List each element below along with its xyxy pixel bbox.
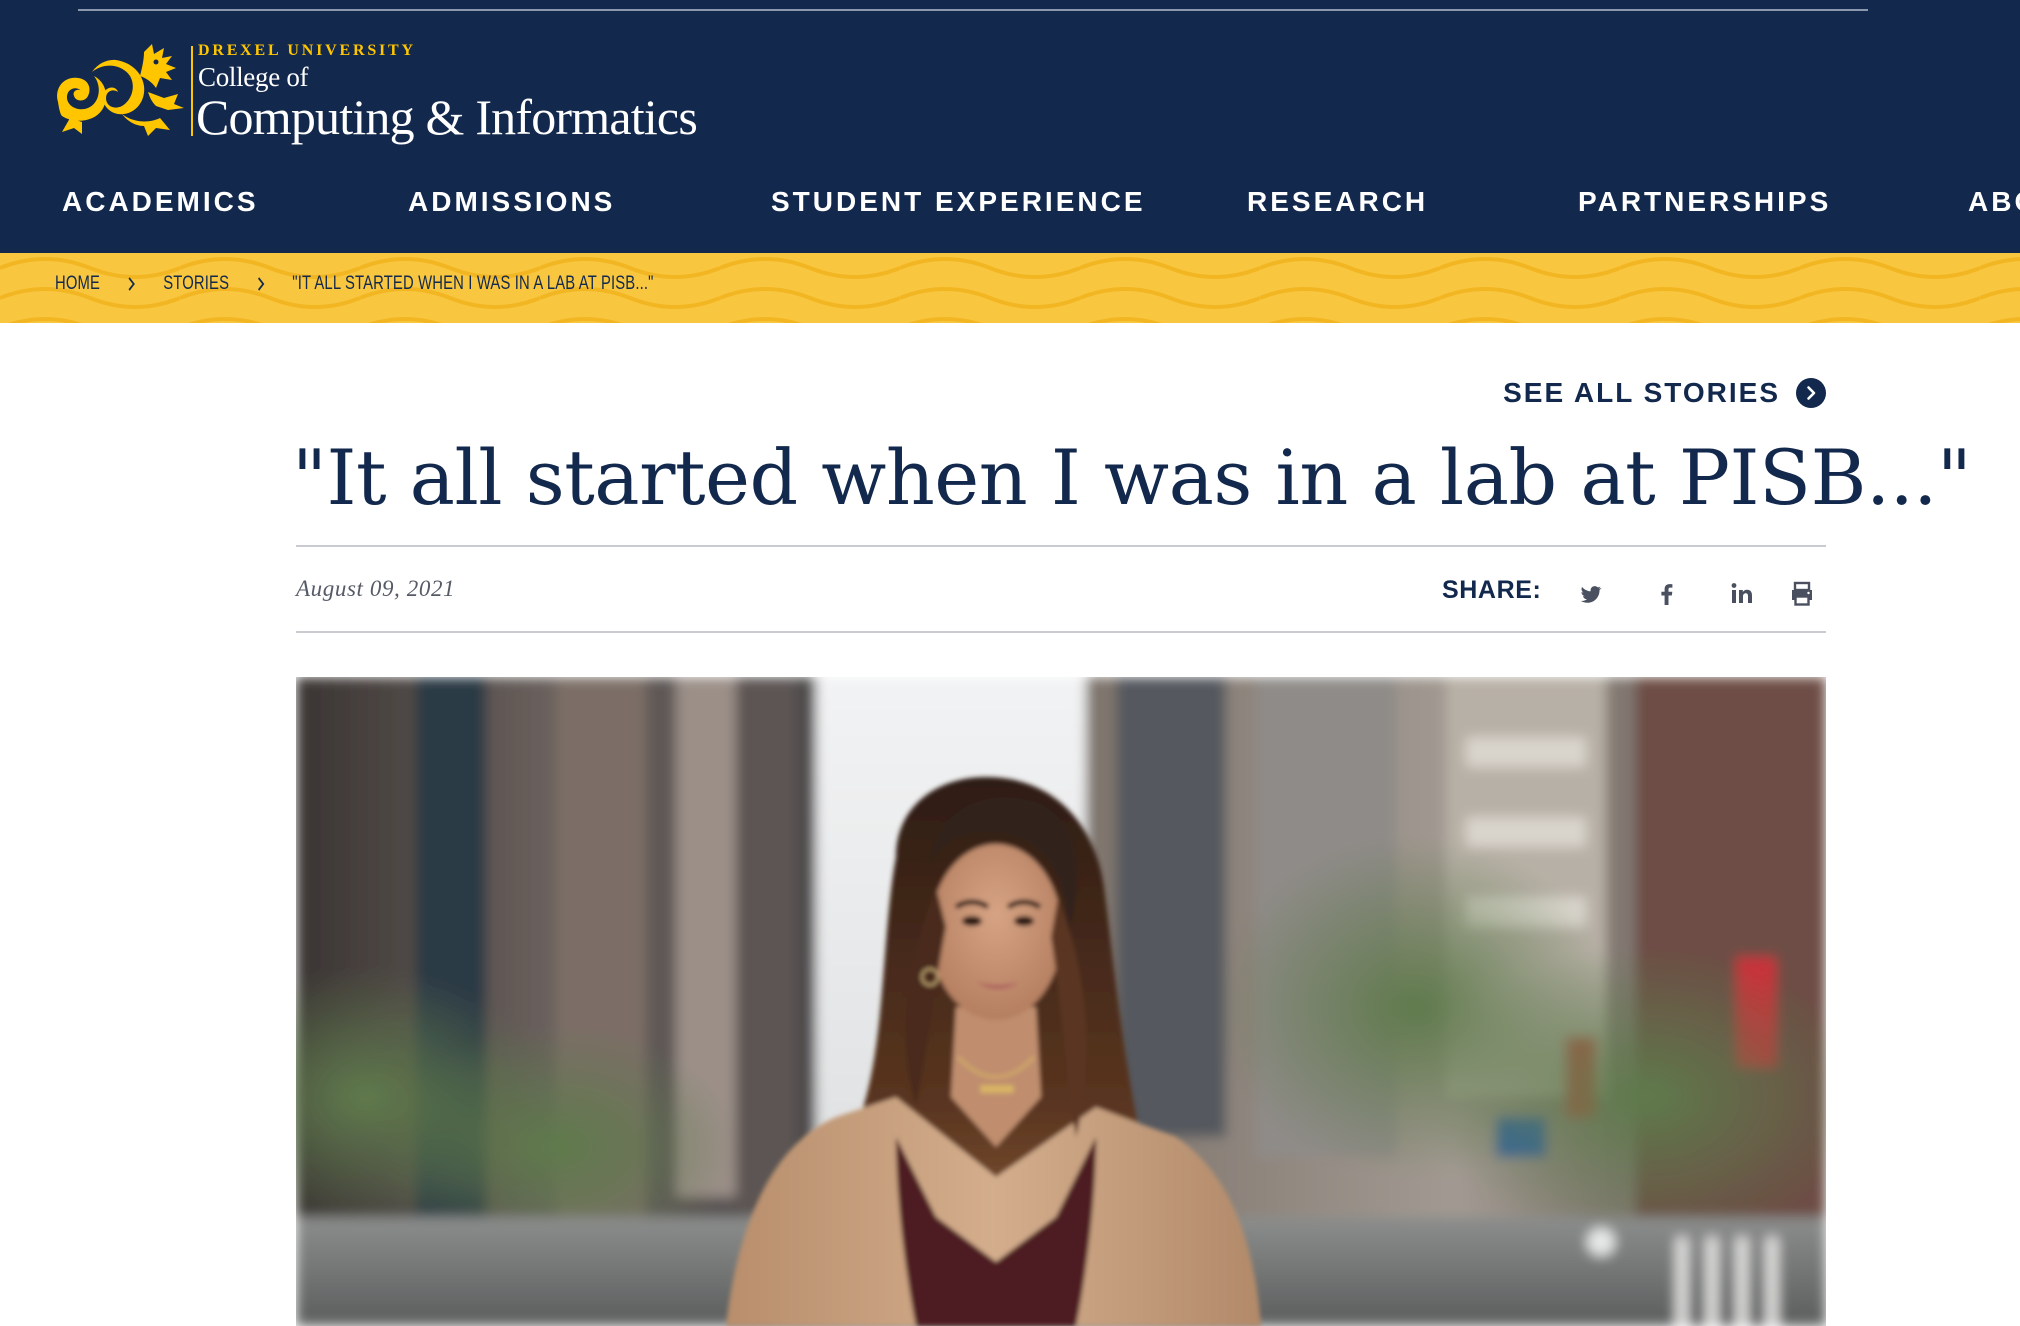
- logo-college-name: Computing & Informatics: [196, 89, 698, 145]
- nav-research[interactable]: RESEARCH: [1247, 186, 1428, 218]
- see-all-stories-link[interactable]: SEE ALL STORIES: [1503, 375, 1826, 411]
- share-label: SHARE:: [1442, 576, 1542, 604]
- breadcrumb-bar: HOME STORIES "IT ALL STARTED WHEN I WAS …: [0, 253, 2020, 323]
- chevron-right-icon: [257, 277, 265, 291]
- breadcrumb-current: "IT ALL STARTED WHEN I WAS IN A LAB AT P…: [292, 273, 654, 294]
- chevron-right-icon: [128, 277, 136, 291]
- nav-admissions[interactable]: ADMISSIONS: [408, 186, 615, 218]
- breadcrumb: HOME STORIES "IT ALL STARTED WHEN I WAS …: [55, 273, 654, 303]
- article-date: August 09, 2021: [296, 576, 456, 601]
- meta-divider-top: [296, 545, 1826, 547]
- article-hero-photo: [296, 677, 1826, 1326]
- main-nav: ACADEMICS ADMISSIONS STUDENT EXPERIENCE …: [0, 186, 2020, 234]
- header-top-rule: [78, 9, 1868, 11]
- article-title: "It all started when I was in a lab at P…: [292, 433, 1972, 522]
- drexel-dragon-icon: [57, 44, 184, 136]
- street-portrait-image: [296, 677, 1826, 1326]
- breadcrumb-home[interactable]: HOME: [55, 273, 100, 295]
- nav-about[interactable]: ABO: [1968, 186, 2020, 218]
- site-header: DREXEL UNIVERSITY College of Computing &…: [0, 0, 2020, 253]
- nav-academics[interactable]: ACADEMICS: [62, 186, 259, 218]
- logo-divider: [191, 46, 193, 136]
- print-icon[interactable]: [1786, 578, 1818, 610]
- site-logo[interactable]: DREXEL UNIVERSITY College of Computing &…: [52, 42, 702, 146]
- breadcrumb-stories[interactable]: STORIES: [163, 273, 229, 295]
- meta-divider-bottom: [296, 631, 1826, 633]
- linkedin-icon[interactable]: [1726, 578, 1758, 610]
- circle-chevron-right-icon: [1796, 378, 1826, 408]
- facebook-icon[interactable]: [1651, 578, 1683, 610]
- logo-university-name: DREXEL UNIVERSITY: [198, 42, 416, 59]
- nav-partnerships[interactable]: PARTNERSHIPS: [1578, 186, 1831, 218]
- nav-student-experience[interactable]: STUDENT EXPERIENCE: [771, 186, 1146, 218]
- see-all-stories-label: SEE ALL STORIES: [1503, 377, 1780, 408]
- twitter-icon[interactable]: [1576, 578, 1608, 610]
